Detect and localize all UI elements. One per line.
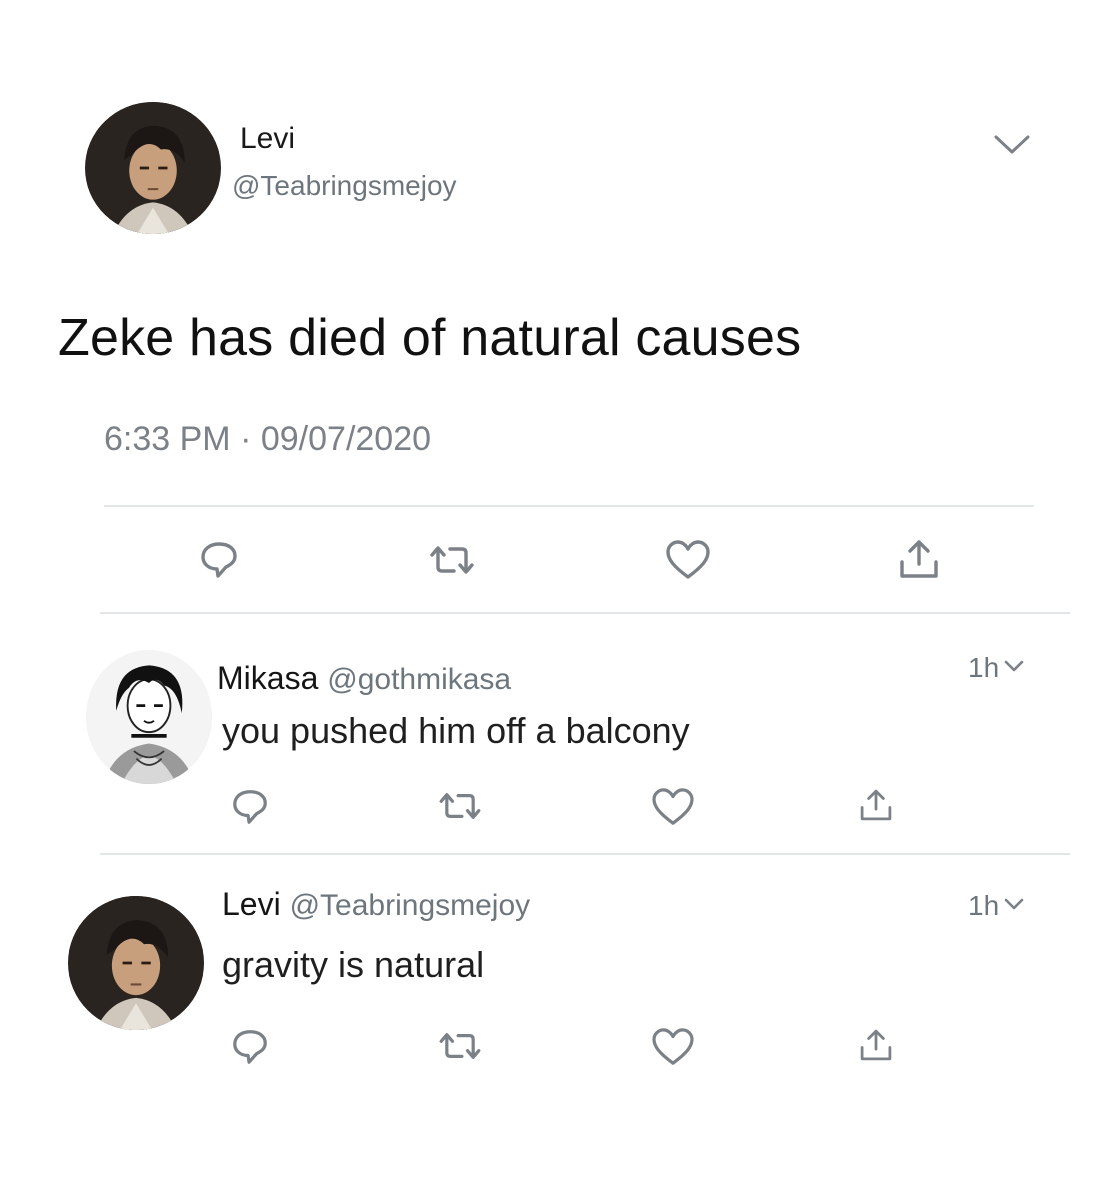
reply-author-handle[interactable]: @gothmikasa bbox=[327, 663, 511, 696]
reply-text: you pushed him off a balcony bbox=[222, 710, 690, 751]
tweet-time: 6:33 PM bbox=[104, 420, 231, 458]
like-icon[interactable] bbox=[651, 788, 695, 826]
reply-author-line: Mikasa @gothmikasa bbox=[217, 660, 511, 697]
author-avatar[interactable] bbox=[85, 102, 221, 234]
reply-author-line: Levi @Teabringsmejoy bbox=[222, 886, 530, 923]
reply-timestamp: 1h bbox=[968, 652, 1000, 683]
retweet-icon[interactable] bbox=[437, 1030, 483, 1062]
levi-avatar-image bbox=[87, 102, 219, 234]
chevron-down-icon[interactable] bbox=[990, 130, 1034, 160]
levi-avatar-image bbox=[69, 896, 203, 1030]
reply-time[interactable]: 1h bbox=[968, 890, 1025, 922]
author-name[interactable]: Levi bbox=[240, 122, 295, 156]
chevron-down-icon[interactable] bbox=[1003, 897, 1025, 911]
share-icon[interactable] bbox=[858, 1026, 894, 1064]
divider bbox=[104, 505, 1034, 507]
reply-icon[interactable] bbox=[198, 538, 240, 580]
mikasa-avatar-image bbox=[86, 650, 212, 784]
share-icon[interactable] bbox=[897, 538, 941, 580]
like-icon[interactable] bbox=[651, 1028, 695, 1066]
chevron-down-icon[interactable] bbox=[1003, 659, 1025, 673]
meta-separator: · bbox=[240, 420, 252, 458]
like-icon[interactable] bbox=[665, 540, 711, 580]
share-icon[interactable] bbox=[858, 786, 894, 824]
reply-icon[interactable] bbox=[230, 1026, 270, 1066]
divider bbox=[100, 853, 1070, 855]
reply-author-handle[interactable]: @Teabringsmejoy bbox=[290, 889, 531, 922]
divider bbox=[100, 612, 1070, 614]
reply-icon[interactable] bbox=[230, 786, 270, 826]
tweet-date: 09/07/2020 bbox=[260, 420, 432, 458]
retweet-icon[interactable] bbox=[437, 790, 483, 822]
reply-timestamp: 1h bbox=[968, 890, 1000, 921]
reply-time[interactable]: 1h bbox=[968, 652, 1025, 684]
reply-text: gravity is natural bbox=[222, 944, 485, 985]
tweet-timestamp[interactable]: 6:33 PM · 09/07/2020 bbox=[104, 420, 431, 459]
reply-avatar[interactable] bbox=[68, 896, 204, 1030]
retweet-icon[interactable] bbox=[428, 543, 476, 577]
reply-avatar[interactable] bbox=[86, 650, 212, 784]
author-handle[interactable]: @Teabringsmejoy bbox=[232, 170, 457, 202]
tweet-text: Zeke has died of natural causes bbox=[58, 309, 802, 367]
reply-author-name[interactable]: Levi bbox=[222, 886, 281, 922]
reply-author-name[interactable]: Mikasa bbox=[217, 660, 318, 696]
